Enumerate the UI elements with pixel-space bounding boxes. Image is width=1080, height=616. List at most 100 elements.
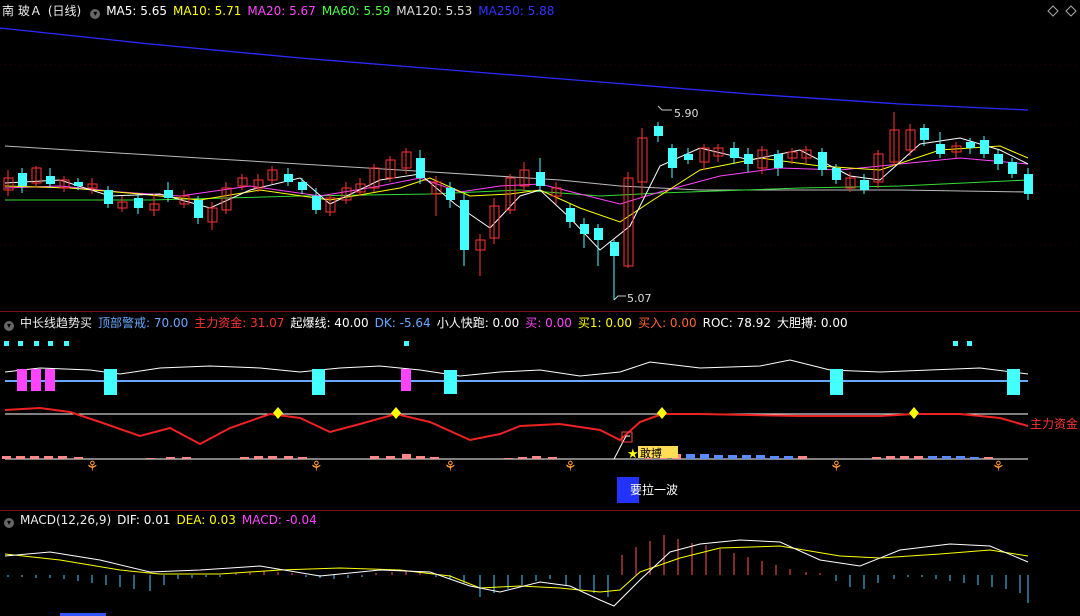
alert-dot — [953, 341, 958, 346]
candle-body — [74, 182, 83, 186]
ind.items-4: 小人快跑: 0.00 — [436, 316, 520, 330]
ind.items-1: 主力资金: 31.07 — [194, 316, 285, 330]
hist-bar — [532, 456, 541, 459]
runner-icon: ⚘ — [830, 459, 843, 475]
hist-bar — [370, 456, 379, 459]
candle-body — [460, 200, 469, 250]
candle-body — [668, 148, 677, 168]
candle-body — [134, 198, 143, 208]
alert-dot — [64, 341, 69, 346]
runner-icon: ⚘ — [444, 459, 457, 475]
alert-dot — [4, 341, 9, 346]
hist-bar — [900, 456, 909, 459]
magenta-bar — [401, 369, 411, 391]
signal-diamond — [391, 407, 401, 419]
candle-body — [684, 154, 693, 160]
candle-body — [774, 154, 783, 168]
hist-bar — [742, 455, 751, 459]
magenta-bar — [31, 369, 41, 391]
high-label: 5.90 — [674, 107, 699, 120]
signal1-label: 敢搏 — [640, 446, 662, 460]
ma250-line — [0, 27, 1029, 111]
hist-bar — [44, 456, 53, 459]
hist-bar — [58, 456, 67, 459]
macd.items-0: DIF: 0.01 — [117, 513, 171, 527]
hist-bar — [166, 457, 175, 459]
signal-diamond — [657, 407, 667, 419]
hist-bar — [504, 458, 513, 459]
magenta-bar — [45, 369, 55, 391]
runner-icon: ⚘ — [992, 459, 1005, 475]
ind.items-5: 买: 0.00 — [525, 316, 572, 330]
cyan-bar — [1007, 369, 1020, 395]
hist-bar — [970, 457, 979, 459]
hist-bar — [2, 456, 11, 459]
candle-body — [284, 174, 293, 182]
hist-bar — [770, 456, 779, 459]
hist-bar — [756, 455, 765, 459]
macd.items-2: MACD: -0.04 — [241, 513, 317, 527]
high-pointer — [657, 105, 672, 111]
signal-diamond — [909, 407, 919, 419]
chevron-down-icon[interactable]: ▾ — [4, 321, 14, 331]
candle-body — [18, 173, 27, 186]
alert-dot — [48, 341, 53, 346]
candle-body — [164, 190, 173, 198]
macd-title: MACD(12,26,9) — [20, 513, 112, 527]
candle-body — [994, 154, 1003, 164]
candle-body — [610, 242, 619, 256]
cyan-bar — [104, 369, 117, 395]
candle-body — [654, 126, 663, 136]
alert-dot — [34, 341, 39, 346]
candle-body — [298, 182, 307, 190]
ind.items-2: 起爆线: 40.00 — [290, 316, 369, 330]
candle-body — [832, 168, 841, 180]
alert-dot — [967, 341, 972, 346]
hist-bar — [548, 457, 557, 459]
ind.items-3: DK: -5.64 — [374, 316, 431, 330]
macd-legend: DIF: 0.01 DEA: 0.03 MACD: -0.04 — [117, 513, 323, 527]
ind.items-0: 顶部警戒: 70.00 — [98, 316, 189, 330]
diamond-icon[interactable] — [0, 0, 1080, 20]
price-chart: 5.90 5.07 — [0, 27, 1080, 305]
indicator-header: ▾ 中长线趋势买 顶部警戒: 70.00 主力资金: 31.07 起爆线: 40.00 D… — [0, 315, 860, 331]
hist-bar — [146, 458, 155, 459]
hist-bar — [784, 456, 793, 459]
pane-divider — [0, 510, 1080, 511]
ind.items-6: 买1: 0.00 — [577, 316, 633, 330]
hist-bar — [914, 456, 923, 459]
candle-body — [46, 176, 55, 184]
indicator-legend: 顶部警戒: 70.00 主力资金: 31.07 起爆线: 40.00 DK: -5.6… — [98, 316, 854, 330]
hist-bar — [240, 457, 249, 459]
candle-body — [104, 190, 113, 204]
runner-icon: ⚘ — [564, 459, 577, 475]
dif-line — [4, 539, 1029, 607]
hist-bar — [956, 456, 965, 459]
cyan-bar — [312, 369, 325, 395]
star-icon: ★ — [627, 447, 639, 462]
runner-icon: ⚘ — [86, 459, 99, 475]
alert-dot — [404, 341, 409, 346]
candle-body — [566, 208, 575, 222]
hist-bar — [386, 456, 395, 459]
hist-bar — [872, 457, 881, 459]
hist-bar — [284, 456, 293, 459]
ma5-line — [4, 137, 1029, 251]
macd-chart — [4, 535, 1029, 616]
candle-body — [1024, 174, 1033, 194]
hist-bar — [416, 456, 425, 459]
cyan-bar — [444, 370, 457, 394]
candle-body — [980, 140, 989, 154]
candle-body — [936, 144, 945, 154]
hist-bar — [686, 454, 695, 459]
magenta-bar — [17, 369, 27, 391]
dea-line — [4, 545, 1029, 593]
hist-bar — [728, 455, 737, 459]
candle-body — [312, 196, 321, 210]
signal-diamond — [273, 407, 283, 419]
hist-bar — [928, 456, 937, 459]
chevron-down-icon[interactable]: ▾ — [4, 518, 14, 528]
candle-body — [580, 224, 589, 234]
candle-body — [818, 152, 827, 170]
pane-divider — [0, 311, 1080, 312]
